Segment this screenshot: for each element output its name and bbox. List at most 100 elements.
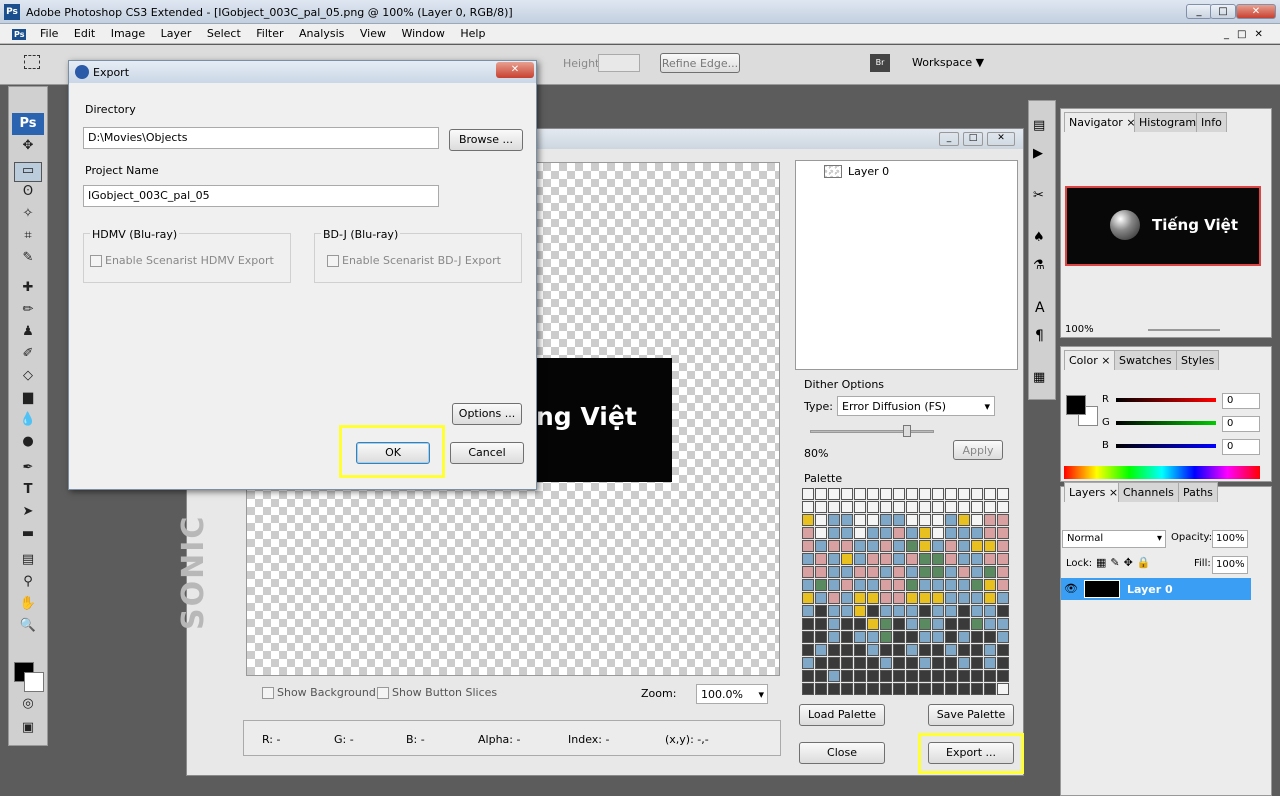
palette-swatch[interactable] [984, 540, 996, 552]
palette-swatch[interactable] [919, 605, 931, 617]
clone-source-icon[interactable]: ♠ [1033, 230, 1045, 245]
palette-swatch[interactable] [815, 501, 827, 513]
zoom-tool-icon[interactable]: 🔍 [14, 618, 42, 638]
palette-swatch[interactable] [828, 527, 840, 539]
palette-swatch[interactable] [815, 514, 827, 526]
apply-button[interactable]: Apply [953, 440, 1003, 460]
palette-swatch[interactable] [958, 683, 970, 695]
palette-swatch[interactable] [893, 553, 905, 565]
palette-swatch[interactable] [932, 553, 944, 565]
palette-swatch[interactable] [867, 644, 879, 656]
tool-presets-icon[interactable]: ✂ [1033, 188, 1044, 203]
palette-swatch[interactable] [854, 657, 866, 669]
palette-swatch[interactable] [841, 566, 853, 578]
sonic-minimize-button[interactable]: _ [939, 132, 959, 146]
palette-swatch[interactable] [841, 657, 853, 669]
pen-tool-icon[interactable]: ✒ [14, 460, 42, 480]
palette-swatch[interactable] [854, 488, 866, 500]
palette-swatch[interactable] [828, 540, 840, 552]
tab-swatches[interactable]: Swatches [1114, 350, 1177, 370]
palette-swatch[interactable] [997, 553, 1009, 565]
palette-swatch[interactable] [893, 670, 905, 682]
palette-swatch[interactable] [854, 501, 866, 513]
palette-swatch[interactable] [867, 527, 879, 539]
project-name-input[interactable]: IGobject_003C_pal_05 [83, 185, 439, 207]
palette-swatch[interactable] [919, 683, 931, 695]
palette-swatch[interactable] [854, 579, 866, 591]
palette-swatch[interactable] [867, 566, 879, 578]
palette-swatch[interactable] [893, 605, 905, 617]
palette-swatch[interactable] [880, 566, 892, 578]
palette-swatch[interactable] [880, 683, 892, 695]
palette-swatch[interactable] [854, 566, 866, 578]
palette-swatch[interactable] [841, 631, 853, 643]
palette-swatch[interactable] [815, 631, 827, 643]
palette-swatch[interactable] [802, 592, 814, 604]
palette-swatch[interactable] [906, 657, 918, 669]
palette-swatch[interactable] [880, 618, 892, 630]
palette-swatch[interactable] [828, 566, 840, 578]
tab-channels[interactable]: Channels [1118, 482, 1179, 502]
palette-swatch[interactable] [945, 566, 957, 578]
healing-brush-icon[interactable]: ✚ [14, 280, 42, 300]
palette-swatch[interactable] [841, 514, 853, 526]
palette-swatch[interactable] [945, 670, 957, 682]
palette-swatch[interactable] [867, 488, 879, 500]
hdmv-checkbox[interactable]: Enable Scenarist HDMV Export [90, 254, 274, 267]
close-window-button[interactable]: ✕ [1236, 4, 1276, 19]
palette-swatch[interactable] [958, 540, 970, 552]
palette-swatch[interactable] [971, 657, 983, 669]
palette-swatch[interactable] [984, 566, 996, 578]
palette-swatch[interactable] [997, 592, 1009, 604]
palette-swatch[interactable] [841, 618, 853, 630]
palette-swatch[interactable] [854, 514, 866, 526]
palette-swatch[interactable] [815, 553, 827, 565]
palette-swatch[interactable] [893, 579, 905, 591]
workspace-menu[interactable]: Workspace ▼ [912, 56, 984, 69]
palette-swatch[interactable] [906, 579, 918, 591]
palette-swatch[interactable] [984, 592, 996, 604]
palette-swatch[interactable] [997, 540, 1009, 552]
palette-swatch[interactable] [958, 670, 970, 682]
palette-swatch[interactable] [958, 631, 970, 643]
palette-swatch[interactable] [984, 683, 996, 695]
menu-view[interactable]: View [354, 24, 392, 43]
sonic-maximize-button[interactable]: □ [963, 132, 983, 146]
palette-swatch[interactable] [919, 514, 931, 526]
palette-swatch[interactable] [997, 644, 1009, 656]
menu-edit[interactable]: Edit [68, 24, 101, 43]
menu-image[interactable]: Image [105, 24, 151, 43]
palette-swatch[interactable] [854, 605, 866, 617]
palette-swatch[interactable] [893, 514, 905, 526]
palette-swatch[interactable] [893, 540, 905, 552]
palette-swatch[interactable] [828, 553, 840, 565]
palette-swatch[interactable] [997, 501, 1009, 513]
palette-swatch[interactable] [971, 670, 983, 682]
palette-swatch[interactable] [919, 488, 931, 500]
palette-swatch[interactable] [841, 592, 853, 604]
palette-swatch[interactable] [919, 670, 931, 682]
palette-swatch[interactable] [867, 553, 879, 565]
palette-swatch[interactable] [893, 592, 905, 604]
dither-type-select[interactable]: Error Diffusion (FS) ▾ [837, 396, 995, 416]
palette-swatch[interactable] [906, 566, 918, 578]
palette-swatch[interactable] [867, 605, 879, 617]
palette-swatch[interactable] [854, 592, 866, 604]
palette-swatch[interactable] [919, 592, 931, 604]
palette-swatch[interactable] [984, 657, 996, 669]
navigator-zoom[interactable]: 100% [1065, 324, 1094, 335]
lock-icons[interactable]: ▦✎✥🔒 [1096, 556, 1155, 569]
palette-swatch[interactable] [945, 488, 957, 500]
palette-swatch[interactable] [802, 553, 814, 565]
height-input[interactable] [598, 54, 640, 72]
dither-slider-track[interactable] [810, 430, 934, 433]
palette-swatch[interactable] [815, 592, 827, 604]
palette-swatch[interactable] [971, 618, 983, 630]
palette-swatch[interactable] [802, 514, 814, 526]
tab-info[interactable]: Info [1196, 112, 1227, 132]
palette-swatch[interactable] [841, 605, 853, 617]
palette-swatch[interactable] [802, 670, 814, 682]
palette-swatch[interactable] [880, 670, 892, 682]
palette-swatch[interactable] [945, 553, 957, 565]
palette-swatch[interactable] [997, 618, 1009, 630]
